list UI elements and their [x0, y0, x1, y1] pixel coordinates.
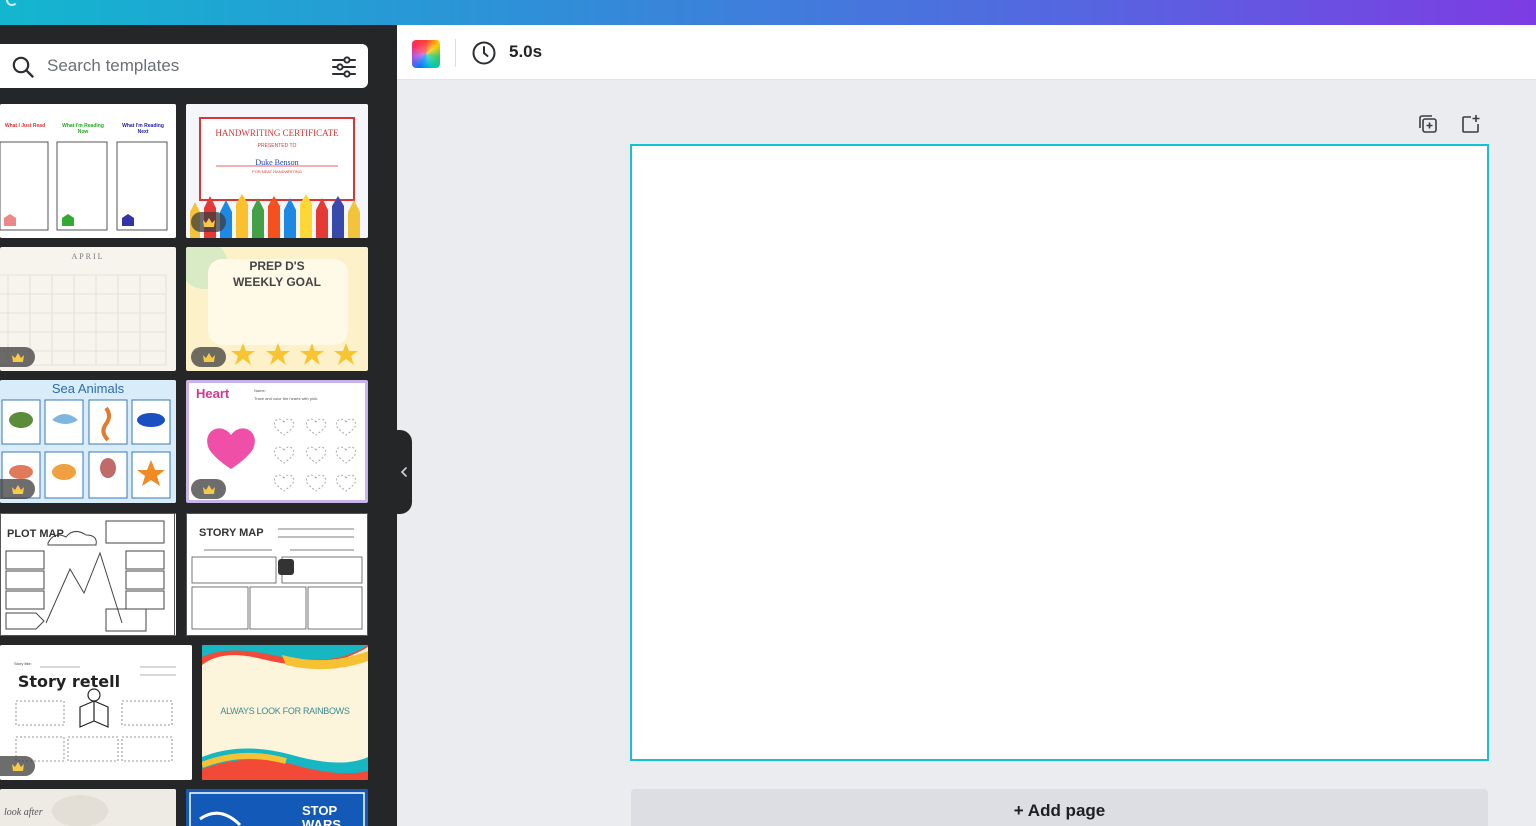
reading-tracker-heading-1: What I Just Read — [4, 123, 46, 129]
template-plot-map[interactable]: PLOT MAP — [0, 513, 176, 636]
template-april-calendar[interactable]: APRIL — [0, 247, 176, 371]
crown-icon — [11, 761, 24, 771]
search-bar — [0, 44, 368, 88]
look-after-text: look after — [4, 807, 43, 818]
add-page-icon-button[interactable] — [1460, 113, 1482, 135]
template-sea-animals[interactable]: Sea Animals — [0, 380, 176, 503]
template-heart-worksheet[interactable]: Heart Name: Trace and color the hearts w… — [186, 380, 368, 503]
design-canvas[interactable] — [630, 144, 1489, 761]
certificate-recipient: Duke Benson — [255, 158, 299, 167]
templates-panel: What I Just Read What I'm Reading Now Wh… — [0, 25, 397, 826]
chevron-left-icon — [400, 467, 407, 477]
template-weekly-goal[interactable]: PREP D'S WEEKLY GOAL — [186, 247, 368, 371]
premium-badge — [0, 479, 35, 499]
color-picker-button[interactable] — [412, 40, 440, 68]
clock-icon[interactable] — [472, 41, 496, 65]
calendar-month: APRIL — [71, 252, 105, 261]
crown-icon — [202, 217, 215, 227]
template-look-after[interactable]: look after — [0, 789, 176, 826]
crown-icon — [11, 484, 24, 494]
template-reading-tracker[interactable]: What I Just Read What I'm Reading Now Wh… — [0, 104, 176, 238]
premium-badge — [0, 756, 35, 776]
weekly-goal-title-2: WEEKLY GOAL — [232, 275, 321, 289]
stop-wars-text: STOP WARS — [302, 803, 341, 826]
collapse-panel-button[interactable] — [395, 430, 412, 514]
sea-animals-title: Sea Animals — [51, 381, 125, 396]
weekly-goal-title-1: PREP D'S — [249, 259, 305, 273]
premium-badge — [191, 347, 226, 367]
duplicate-icon — [1419, 115, 1437, 133]
story-retell-title: Story retell — [17, 672, 121, 691]
search-input[interactable] — [47, 53, 317, 79]
template-stop-wars[interactable]: STOP WARS — [186, 789, 368, 826]
premium-badge — [191, 212, 226, 232]
app-logo-icon[interactable] — [6, 0, 18, 6]
certificate-presented: PRESENTED TO — [257, 143, 297, 149]
certificate-note: FOR NEAT HANDWRITING — [252, 169, 302, 174]
add-page-button[interactable]: + Add page — [631, 789, 1488, 826]
template-handwriting-certificate[interactable]: HANDWRITING CERTIFICATE PRESENTED TO Duk… — [186, 104, 368, 238]
premium-badge — [191, 479, 226, 499]
heart-worksheet-title: Heart — [196, 386, 230, 401]
reading-tracker-heading-2: What I'm Reading Now — [62, 123, 104, 135]
plot-map-title: PLOT MAP — [7, 528, 64, 540]
rainbows-text: ALWAYS LOOK FOR RAINBOWS — [220, 706, 350, 716]
add-page-icon — [1462, 115, 1480, 133]
template-story-retell[interactable]: Story retell Story title: — [0, 645, 192, 780]
duplicate-page-button[interactable] — [1417, 113, 1439, 135]
duration-label[interactable]: 5.0s — [509, 42, 542, 62]
reading-tracker-heading-3: What I'm Reading Next — [122, 123, 164, 135]
story-map-title: STORY MAP — [199, 527, 264, 539]
heart-worksheet-name: Name: — [254, 388, 266, 393]
search-icon — [12, 56, 34, 78]
filter-icon[interactable] — [331, 55, 357, 79]
template-story-map[interactable]: STORY MAP — [186, 513, 368, 636]
premium-badge — [0, 347, 35, 367]
editor-toolbar: 5.0s — [397, 25, 1536, 80]
crown-icon — [202, 352, 215, 362]
template-rainbows[interactable]: ALWAYS LOOK FOR RAINBOWS — [202, 645, 368, 780]
heart-worksheet-instruction: Trace and color the hearts with pink. — [254, 396, 319, 401]
crown-icon — [11, 352, 24, 362]
toolbar-divider — [455, 39, 456, 67]
crown-icon — [202, 484, 215, 494]
certificate-title: HANDWRITING CERTIFICATE — [215, 128, 339, 138]
story-retell-story-label: Story title: — [14, 661, 32, 666]
top-app-bar — [0, 0, 1536, 25]
